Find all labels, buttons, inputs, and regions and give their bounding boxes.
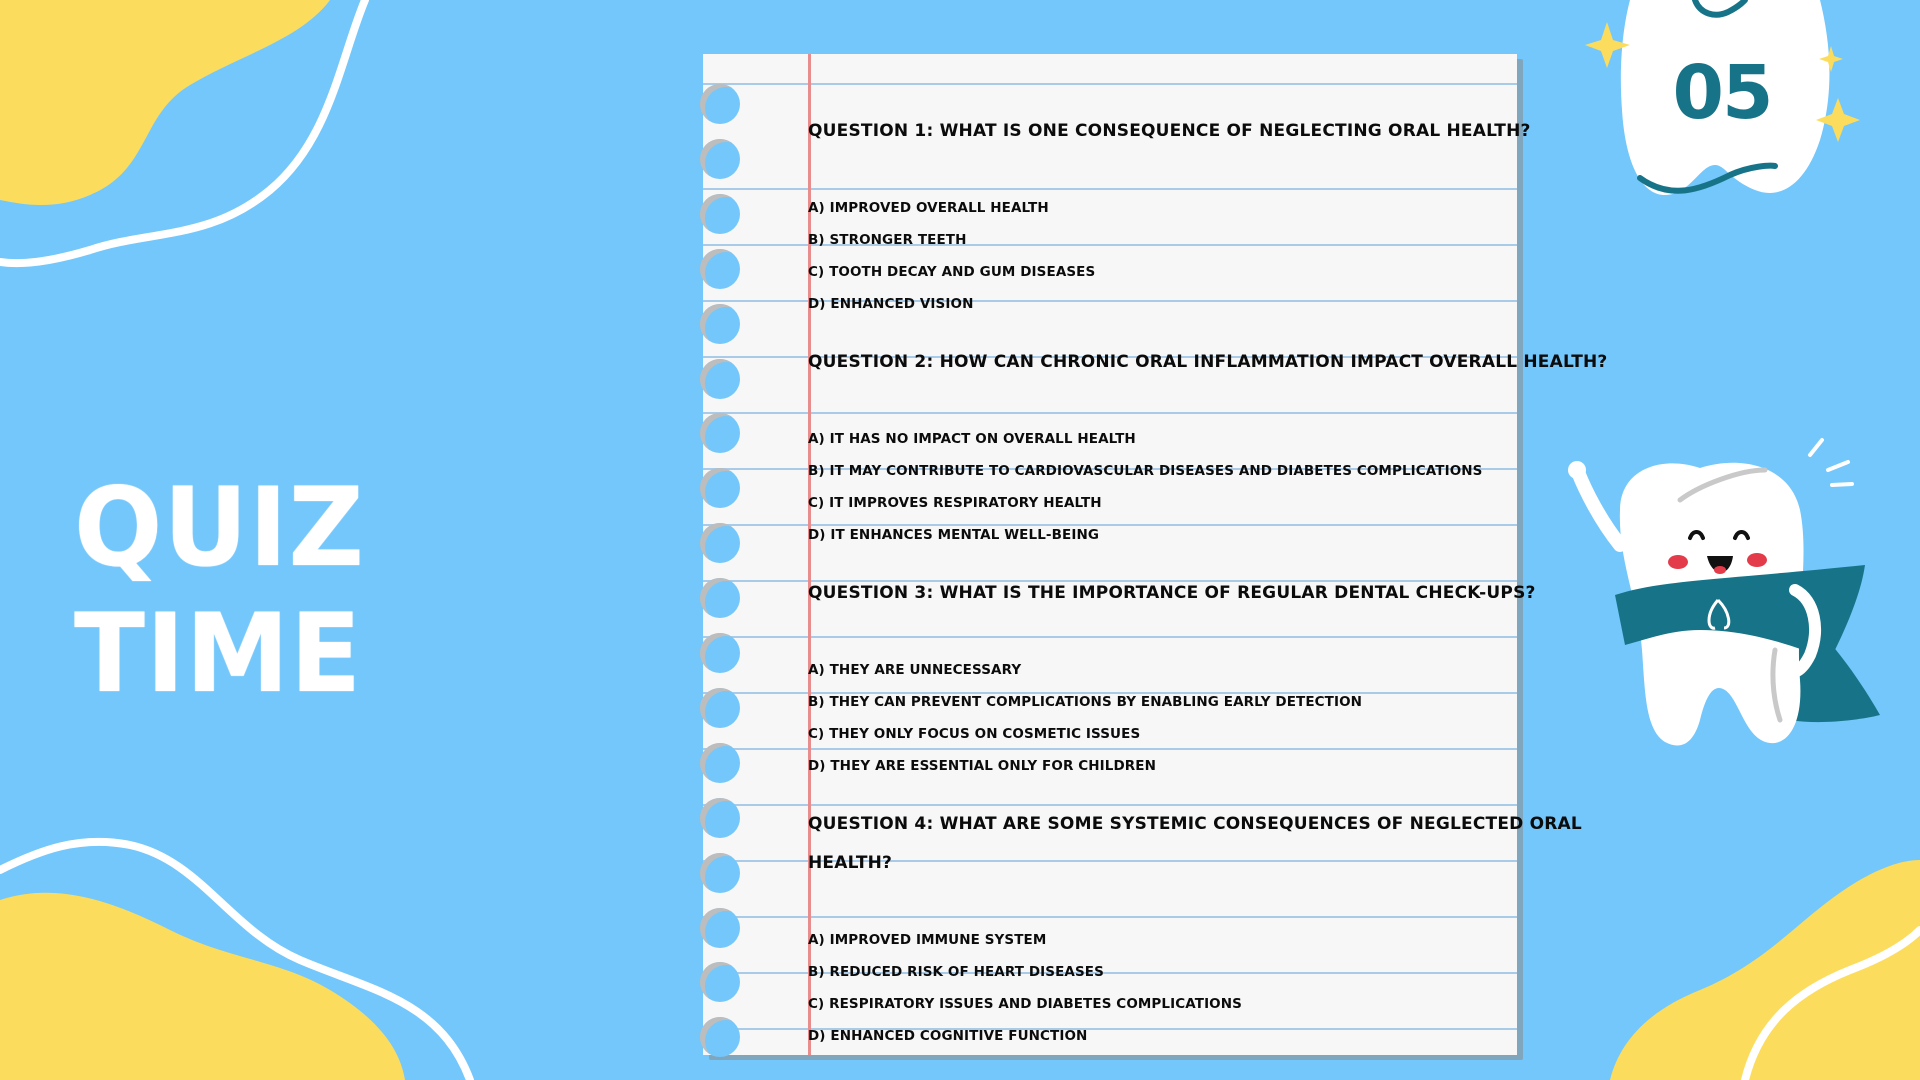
tooth-superhero-icon [1568,438,1880,746]
spiral-hole [700,248,740,289]
question-3-option-b: b) They can prevent complications by ena… [808,694,1363,710]
spiral-hole [700,742,740,783]
question-2: Question 2: How can chronic oral inflamm… [808,352,1608,372]
spiral-hole [700,578,740,619]
question-4-option-b: b) Reduced risk of heart diseases [808,964,1104,980]
spiral-hole [700,852,740,893]
question-3-option-a: a) They are unnecessary [808,662,1022,678]
question-1-option-a: a) Improved overall health [808,200,1049,216]
spiral-hole [700,633,740,673]
question-3: Question 3: What is the importance of re… [808,583,1536,603]
question-2-option-c: c) It improves respiratory health [808,495,1102,511]
yellow-blob-bottom-right [1610,860,1920,1080]
spiral-hole [700,797,740,838]
question-2-option-a: a) It has no impact on overall health [808,431,1136,447]
question-2-option-d: d) It enhances mental well-being [808,527,1100,543]
yellow-blob-bottom-left [0,892,405,1080]
question-2-option-b: b) It may contribute to cardiovascular d… [808,463,1483,479]
spiral-hole [700,138,740,179]
spiral-hole [700,907,740,948]
badge-number: 05 [1672,50,1774,136]
spiral-hole [700,358,740,399]
question-1-option-d: d) Enhanced vision [808,296,974,312]
yellow-blob-top-left [0,0,330,205]
spiral-hole [700,523,740,564]
question-4-option-a: a) Improved immune system [808,932,1047,948]
question-4-line-2: health? [808,853,893,873]
question-3-option-d: d) They are essential only for children [808,758,1157,774]
question-3-option-c: c) They only focus on cosmetic issues [808,726,1141,742]
spiral-hole [700,303,740,344]
question-1-option-c: c) Tooth decay and gum diseases [808,264,1096,280]
question-1: Question 1: What is one consequence of n… [808,121,1531,141]
spiral-hole [700,687,740,728]
question-4-option-c: c) Respiratory issues and diabetes compl… [808,996,1242,1012]
question-1-option-b: b) Stronger teeth [808,232,967,248]
spiral-hole [700,84,740,124]
slide-title: Quiz Time [74,462,365,718]
spiral-hole [700,193,740,234]
question-4-line-1: Question 4: What are some systemic conse… [808,814,1582,834]
question-4-option-d: d) Enhanced cognitive function [808,1028,1088,1044]
